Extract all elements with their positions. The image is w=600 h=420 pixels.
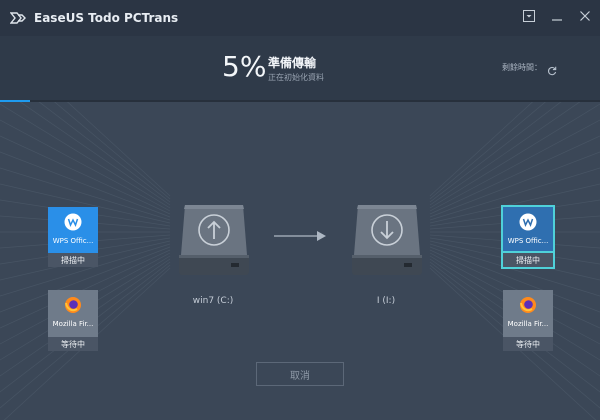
target-app-firefox[interactable]: Mozilla Fir...	[503, 290, 553, 340]
upload-drive-icon	[179, 205, 249, 275]
app-logo-icon	[10, 11, 26, 25]
title-bar: EaseUS Todo PCTrans	[0, 0, 600, 36]
app-name: WPS Offic...	[507, 237, 549, 245]
firefox-icon	[64, 296, 82, 314]
minimize-icon[interactable]	[550, 9, 564, 23]
cancel-button[interactable]: 取消	[256, 362, 344, 386]
source-app-wps[interactable]: WPS Offic...	[48, 207, 98, 257]
app-name: Mozilla Fir...	[507, 320, 549, 328]
app-name: Mozilla Fir...	[52, 320, 94, 328]
status-subtitle: 正在初始化資料	[268, 73, 324, 82]
status-title: 準備傳輸	[268, 56, 317, 70]
app-status-badge: 等待中	[48, 337, 98, 351]
app-status-badge: 掃描中	[501, 251, 555, 269]
refresh-icon[interactable]	[547, 61, 557, 76]
app-title: EaseUS Todo PCTrans	[34, 11, 179, 25]
download-drive-icon	[352, 205, 422, 275]
target-app-wps[interactable]: WPS Offic...	[501, 205, 555, 259]
firefox-icon	[519, 296, 537, 314]
wps-icon	[519, 213, 537, 231]
source-drive	[179, 201, 249, 277]
remaining-time-label: 剩餘時間：	[502, 63, 542, 72]
close-icon[interactable]	[578, 9, 592, 23]
transfer-arrow-icon	[274, 231, 326, 241]
target-drive-label: I (I:)	[376, 296, 396, 306]
app-status-badge: 等待中	[503, 337, 553, 351]
app-status-badge: 掃描中	[48, 253, 98, 267]
source-app-firefox[interactable]: Mozilla Fir...	[48, 290, 98, 340]
wps-icon	[64, 213, 82, 231]
source-drive-label: win7 (C:)	[192, 296, 234, 306]
dropdown-icon[interactable]	[522, 9, 536, 23]
target-drive	[352, 201, 422, 277]
progress-percent: 5%	[222, 50, 267, 83]
app-name: WPS Offic...	[52, 237, 94, 245]
